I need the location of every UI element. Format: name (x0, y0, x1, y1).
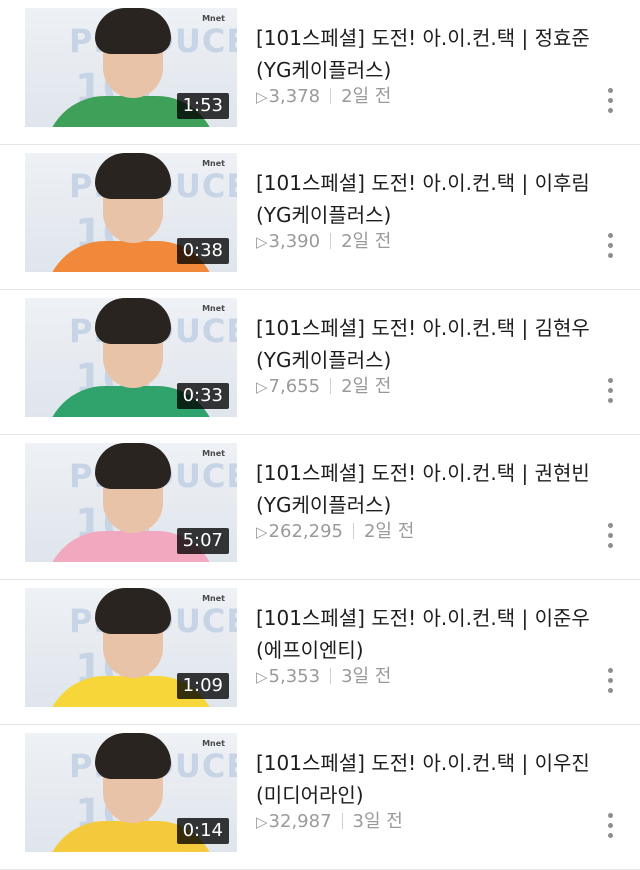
view-count: 7,655 (268, 376, 321, 397)
meta-separator (330, 88, 332, 104)
video-title[interactable]: [101스페셜] 도전! 아.이.컨.택 | 권현빈 (YG케이플러스) (256, 457, 596, 521)
video-thumbnail[interactable]: PRODUCE 101 Mnet 1:09 (25, 588, 237, 707)
view-count: 5,353 (268, 666, 321, 687)
video-title[interactable]: [101스페셜] 도전! 아.이.컨.택 | 정효준 (YG케이플러스) (256, 22, 596, 86)
play-triangle-icon: ▷ (256, 668, 268, 686)
video-title[interactable]: [101스페셜] 도전! 아.이.컨.택 | 김현우 (YG케이플러스) (256, 312, 596, 376)
video-item[interactable]: PRODUCE 101 Mnet 0:38 [101스페셜] 도전! 아.이.컨… (0, 145, 640, 290)
upload-age: 2일 전 (341, 86, 392, 107)
meta-separator (330, 233, 332, 249)
view-count: 262,295 (268, 521, 343, 542)
play-triangle-icon: ▷ (256, 813, 268, 831)
video-title[interactable]: [101스페셜] 도전! 아.이.컨.택 | 이후림 (YG케이플러스) (256, 167, 596, 231)
more-vertical-icon[interactable] (604, 813, 616, 843)
upload-age: 2일 전 (341, 231, 392, 252)
video-thumbnail[interactable]: PRODUCE 101 Mnet 0:14 (25, 733, 237, 852)
video-thumbnail[interactable]: PRODUCE 101 Mnet 5:07 (25, 443, 237, 562)
view-count: 3,390 (268, 231, 321, 252)
more-vertical-icon[interactable] (604, 378, 616, 408)
meta-separator (341, 813, 343, 829)
video-title[interactable]: [101스페셜] 도전! 아.이.컨.택 | 이우진 (미디어라인) (256, 747, 596, 811)
person-hair (95, 153, 171, 199)
video-item[interactable]: PRODUCE 101 Mnet 0:33 [101스페셜] 도전! 아.이.컨… (0, 290, 640, 435)
video-title[interactable]: [101스페셜] 도전! 아.이.컨.택 | 이준우 (에프이엔티) (256, 602, 596, 666)
video-meta: ▷3,390 2일 전 (256, 227, 391, 253)
video-item[interactable]: PRODUCE 101 Mnet 5:07 [101스페셜] 도전! 아.이.컨… (0, 435, 640, 580)
video-item[interactable]: PRODUCE 101 Mnet 0:14 [101스페셜] 도전! 아.이.컨… (0, 725, 640, 870)
meta-separator (330, 378, 332, 394)
video-thumbnail[interactable]: PRODUCE 101 Mnet 0:33 (25, 298, 237, 417)
video-thumbnail[interactable]: PRODUCE 101 Mnet 1:53 (25, 8, 237, 127)
channel-mark: Mnet (202, 449, 225, 458)
video-thumbnail[interactable]: PRODUCE 101 Mnet 0:38 (25, 153, 237, 272)
duration-badge: 0:14 (176, 818, 229, 844)
play-triangle-icon: ▷ (256, 378, 268, 396)
more-vertical-icon[interactable] (604, 233, 616, 263)
duration-badge: 1:53 (176, 93, 229, 119)
channel-mark: Mnet (202, 14, 225, 23)
meta-separator (330, 668, 332, 684)
duration-badge: 5:07 (176, 528, 229, 554)
channel-mark: Mnet (202, 739, 225, 748)
play-triangle-icon: ▷ (256, 523, 268, 541)
upload-age: 3일 전 (341, 666, 392, 687)
person-hair (95, 733, 171, 779)
video-meta: ▷32,987 3일 전 (256, 807, 403, 833)
play-triangle-icon: ▷ (256, 88, 268, 106)
video-meta: ▷262,295 2일 전 (256, 517, 414, 543)
duration-badge: 0:38 (176, 238, 229, 264)
view-count: 32,987 (268, 811, 332, 832)
person-hair (95, 8, 171, 54)
meta-separator (352, 523, 354, 539)
more-vertical-icon[interactable] (604, 88, 616, 118)
person-hair (95, 443, 171, 489)
channel-mark: Mnet (202, 159, 225, 168)
view-count: 3,378 (268, 86, 321, 107)
upload-age: 2일 전 (363, 521, 415, 542)
video-meta: ▷3,378 2일 전 (256, 82, 391, 108)
person-hair (95, 588, 171, 634)
more-vertical-icon[interactable] (604, 523, 616, 553)
duration-badge: 0:33 (176, 383, 229, 409)
upload-age: 3일 전 (352, 811, 403, 832)
channel-mark: Mnet (202, 594, 225, 603)
video-list: PRODUCE 101 Mnet 1:53 [101스페셜] 도전! 아.이.컨… (0, 0, 640, 870)
video-item[interactable]: PRODUCE 101 Mnet 1:53 [101스페셜] 도전! 아.이.컨… (0, 0, 640, 145)
video-meta: ▷7,655 2일 전 (256, 372, 391, 398)
more-vertical-icon[interactable] (604, 668, 616, 698)
channel-mark: Mnet (202, 304, 225, 313)
video-meta: ▷5,353 3일 전 (256, 662, 391, 688)
video-item[interactable]: PRODUCE 101 Mnet 1:09 [101스페셜] 도전! 아.이.컨… (0, 580, 640, 725)
person-hair (95, 298, 171, 344)
upload-age: 2일 전 (341, 376, 392, 397)
play-triangle-icon: ▷ (256, 233, 268, 251)
duration-badge: 1:09 (176, 673, 229, 699)
